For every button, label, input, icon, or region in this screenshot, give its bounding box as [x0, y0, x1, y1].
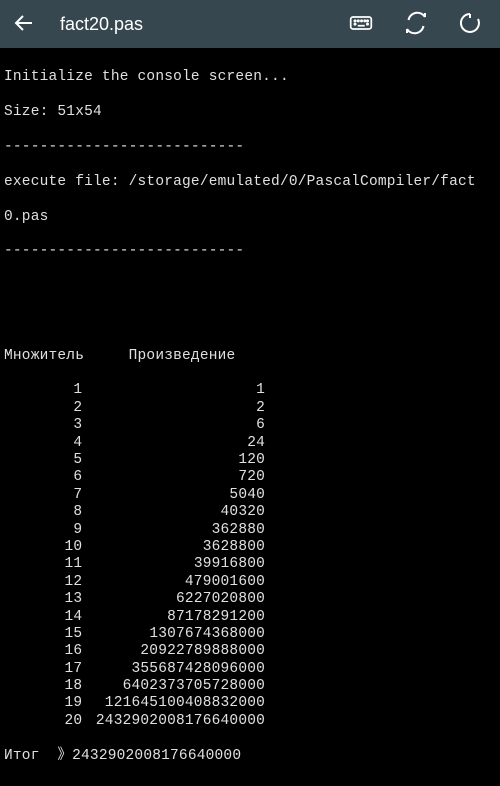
cell-multiplier: 20 — [4, 713, 82, 730]
cell-product: 24 — [82, 435, 265, 452]
cell-multiplier: 13 — [4, 591, 82, 608]
toolbar-actions — [342, 4, 488, 45]
cell-product: 6227020800 — [82, 591, 265, 608]
cell-product: 6 — [82, 417, 265, 434]
page-title: fact20.pas — [44, 14, 342, 35]
cell-product: 355687428096000 — [82, 661, 265, 678]
cell-multiplier: 6 — [4, 469, 82, 486]
cell-multiplier: 18 — [4, 678, 82, 695]
table-row: 151307674368000 — [4, 626, 496, 643]
cell-multiplier: 19 — [4, 695, 82, 712]
table-row: 12479001600 — [4, 574, 496, 591]
table-body: 1122364245120672075040840320936288010362… — [4, 382, 496, 730]
console-line: --------------------------- — [4, 139, 496, 156]
arrow-left-icon — [12, 11, 36, 38]
app-toolbar: fact20.pas — [0, 0, 500, 48]
table-row: 1487178291200 — [4, 609, 496, 626]
cell-product: 479001600 — [82, 574, 265, 591]
cell-product: 3628800 — [82, 539, 265, 556]
sync-icon — [404, 11, 428, 38]
table-row: 36 — [4, 417, 496, 434]
cell-multiplier: 5 — [4, 452, 82, 469]
cell-multiplier: 4 — [4, 435, 82, 452]
console-line — [4, 278, 496, 295]
cell-product: 2432902008176640000 — [82, 713, 265, 730]
table-row: 11 — [4, 382, 496, 399]
console-line: Initialize the console screen... — [4, 69, 496, 86]
cell-product: 39916800 — [82, 556, 265, 573]
console-line: 0.pas — [4, 209, 496, 226]
refresh-button[interactable] — [452, 4, 488, 45]
console-line: execute file: /storage/emulated/0/Pascal… — [4, 174, 496, 191]
table-row: 1139916800 — [4, 556, 496, 573]
cell-multiplier: 11 — [4, 556, 82, 573]
cell-multiplier: 2 — [4, 400, 82, 417]
keyboard-icon — [348, 10, 374, 39]
keyboard-button[interactable] — [342, 4, 380, 45]
table-header: Множитель Произведение — [4, 348, 496, 365]
cell-product: 20922789888000 — [82, 643, 265, 660]
console-line: --------------------------- — [4, 243, 496, 260]
back-button[interactable] — [12, 1, 44, 48]
cell-product: 5040 — [82, 487, 265, 504]
table-row: 22 — [4, 400, 496, 417]
console-output: Initialize the console screen... Size: 5… — [0, 48, 500, 786]
console-line: Size: 51x54 — [4, 104, 496, 121]
cell-multiplier: 17 — [4, 661, 82, 678]
console-line — [4, 313, 496, 330]
table-row: 6720 — [4, 469, 496, 486]
table-row: 103628800 — [4, 539, 496, 556]
table-row: 186402373705728000 — [4, 678, 496, 695]
table-row: 840320 — [4, 504, 496, 521]
cell-product: 1 — [82, 382, 265, 399]
cell-multiplier: 7 — [4, 487, 82, 504]
cell-product: 87178291200 — [82, 609, 265, 626]
cell-multiplier: 15 — [4, 626, 82, 643]
sync-button[interactable] — [398, 4, 434, 45]
cell-multiplier: 8 — [4, 504, 82, 521]
cell-product: 362880 — [82, 522, 265, 539]
cell-multiplier: 1 — [4, 382, 82, 399]
cell-product: 40320 — [82, 504, 265, 521]
total-line: Итог 》2432902008176640000 — [4, 748, 496, 765]
table-row: 75040 — [4, 487, 496, 504]
table-row: 17355687428096000 — [4, 661, 496, 678]
cell-product: 2 — [82, 400, 265, 417]
table-row: 9362880 — [4, 522, 496, 539]
table-row: 424 — [4, 435, 496, 452]
table-row: 1620922789888000 — [4, 643, 496, 660]
table-row: 202432902008176640000 — [4, 713, 496, 730]
cell-product: 1307674368000 — [82, 626, 265, 643]
cell-product: 120 — [82, 452, 265, 469]
cell-multiplier: 16 — [4, 643, 82, 660]
cell-multiplier: 9 — [4, 522, 82, 539]
cell-product: 6402373705728000 — [82, 678, 265, 695]
cell-multiplier: 10 — [4, 539, 82, 556]
cell-product: 121645100408832000 — [82, 695, 265, 712]
cell-multiplier: 12 — [4, 574, 82, 591]
cell-multiplier: 14 — [4, 609, 82, 626]
table-row: 19121645100408832000 — [4, 695, 496, 712]
cell-product: 720 — [82, 469, 265, 486]
refresh-icon — [458, 11, 482, 38]
table-row: 136227020800 — [4, 591, 496, 608]
table-row: 5120 — [4, 452, 496, 469]
cell-multiplier: 3 — [4, 417, 82, 434]
